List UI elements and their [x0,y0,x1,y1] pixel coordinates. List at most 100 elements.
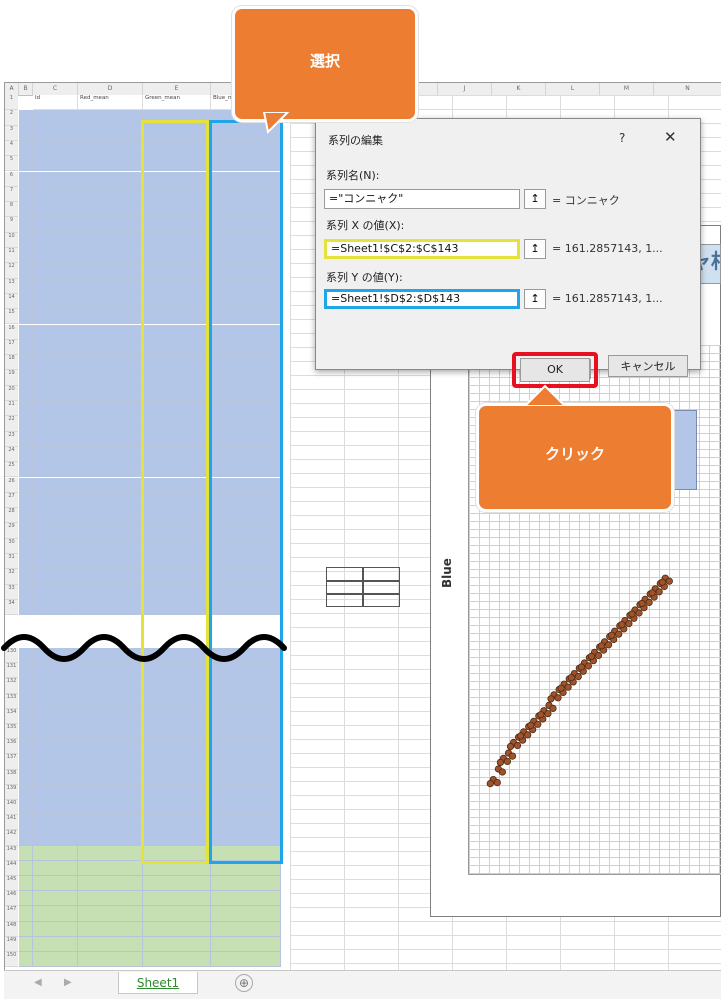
data-cell[interactable] [78,876,143,892]
scatter-point[interactable] [635,609,643,617]
data-cell[interactable] [78,232,143,248]
data-cell[interactable] [19,370,33,386]
data-cell[interactable] [19,769,33,785]
data-cell[interactable] [33,492,78,509]
data-cell[interactable] [78,248,143,264]
header-cell[interactable]: Id [33,95,78,111]
data-cell[interactable] [33,156,78,172]
scatter-point[interactable] [638,599,646,607]
scatter-point[interactable] [517,732,525,740]
data-cell[interactable] [33,324,78,340]
data-cell[interactable] [33,186,78,203]
scatter-point[interactable] [625,619,633,628]
data-cell[interactable] [33,140,78,157]
scatter-point[interactable] [537,711,545,719]
data-cell[interactable] [78,891,143,907]
scatter-point[interactable] [564,683,572,691]
data-cell[interactable] [78,446,143,463]
data-cell[interactable] [78,431,143,447]
data-cell[interactable] [19,477,33,493]
data-cell[interactable] [78,906,143,922]
data-cell[interactable] [19,401,33,417]
data-cell[interactable] [78,569,143,585]
data-cell[interactable] [33,584,78,600]
data-cell[interactable] [33,370,78,386]
data-cell[interactable] [78,584,143,600]
data-cell[interactable] [211,891,281,907]
data-cell[interactable] [211,952,281,968]
scatter-point[interactable] [584,662,593,670]
data-cell[interactable] [33,921,78,937]
data-cell[interactable] [33,739,78,755]
scatter-point[interactable] [665,577,673,585]
data-cell[interactable] [33,784,78,800]
data-cell[interactable] [33,431,78,447]
data-cell[interactable] [33,693,78,709]
scatter-point[interactable] [547,695,555,703]
data-cell[interactable] [33,477,78,493]
data-cell[interactable] [19,754,33,770]
data-cell[interactable] [78,278,143,294]
close-icon[interactable]: ✕ [664,128,677,146]
data-cell[interactable] [78,952,143,968]
data-cell[interactable] [78,324,143,340]
scatter-point[interactable] [628,610,636,618]
data-cell[interactable] [211,906,281,922]
scatter-point[interactable] [567,673,575,682]
scatter-point[interactable] [594,651,603,659]
data-cell[interactable] [78,355,143,371]
scatter-point[interactable] [618,620,626,629]
scatter-point[interactable] [557,684,565,692]
data-cell[interactable] [19,248,33,264]
data-cell[interactable] [33,355,78,371]
data-cell[interactable] [33,202,78,218]
data-cell[interactable] [78,125,143,141]
data-cell[interactable] [143,936,211,952]
scatter-point[interactable] [544,710,552,718]
data-cell[interactable] [33,293,78,310]
data-cell[interactable] [78,293,143,310]
data-cell[interactable] [78,708,143,724]
scatter-point[interactable] [496,758,505,766]
data-cell[interactable] [19,416,33,432]
scatter-point[interactable] [648,589,656,597]
series-name-input[interactable]: ="コンニャク" [324,189,520,209]
data-cell[interactable] [78,523,143,539]
data-cell[interactable] [78,769,143,785]
data-cell[interactable] [33,523,78,539]
scatter-point[interactable] [498,768,507,776]
data-cell[interactable] [78,110,143,126]
data-cell[interactable] [33,446,78,463]
data-cell[interactable] [19,906,33,922]
scatter-point[interactable] [549,704,557,712]
data-cell[interactable] [78,263,143,279]
data-cell[interactable] [78,845,143,861]
data-cell[interactable] [19,800,33,816]
data-cell[interactable] [33,385,78,401]
data-cell[interactable] [33,401,78,417]
scatter-point[interactable] [554,694,562,702]
data-cell[interactable] [19,263,33,279]
data-cell[interactable] [19,815,33,831]
data-cell[interactable] [33,936,78,952]
data-cell[interactable] [19,125,33,141]
scatter-point[interactable] [503,757,512,765]
scatter-point[interactable] [658,578,666,586]
data-cell[interactable] [33,906,78,922]
add-sheet-icon[interactable]: ⊕ [235,974,253,992]
data-cell[interactable] [19,446,33,463]
data-cell[interactable] [211,876,281,892]
data-cell[interactable] [19,599,33,616]
data-cell[interactable] [33,815,78,831]
data-cell[interactable] [78,921,143,937]
data-cell[interactable] [78,370,143,386]
data-cell[interactable] [19,860,33,876]
data-cell[interactable] [33,462,78,478]
data-cell[interactable] [78,217,143,233]
data-cell[interactable] [19,876,33,892]
x-values-range-icon[interactable]: ↥ [524,239,546,259]
data-cell[interactable] [19,678,33,694]
data-cell[interactable] [19,186,33,203]
data-cell[interactable] [78,693,143,709]
data-cell[interactable] [33,278,78,294]
